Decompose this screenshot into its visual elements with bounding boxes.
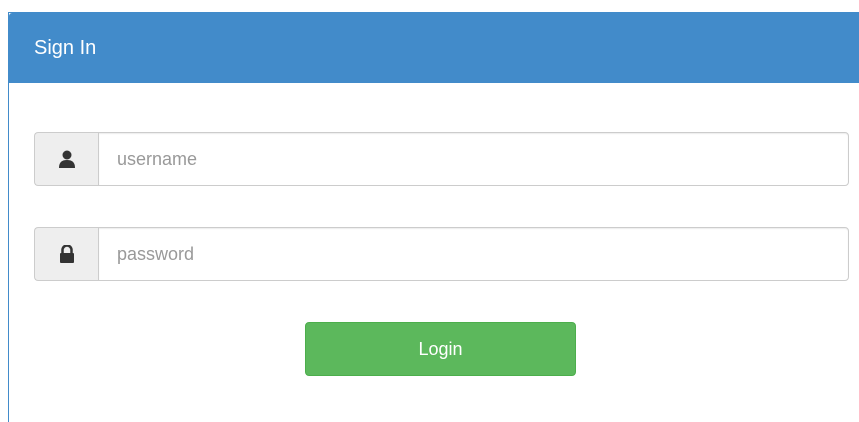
password-input[interactable] [98, 227, 849, 281]
username-input[interactable] [98, 132, 849, 186]
password-input-group [34, 227, 849, 281]
login-button[interactable]: Login [305, 322, 576, 376]
user-icon [34, 132, 98, 186]
sign-in-panel: Sign In Login [8, 12, 859, 422]
panel-title: Sign In [9, 13, 859, 83]
username-input-group [34, 132, 849, 186]
lock-icon [34, 227, 98, 281]
